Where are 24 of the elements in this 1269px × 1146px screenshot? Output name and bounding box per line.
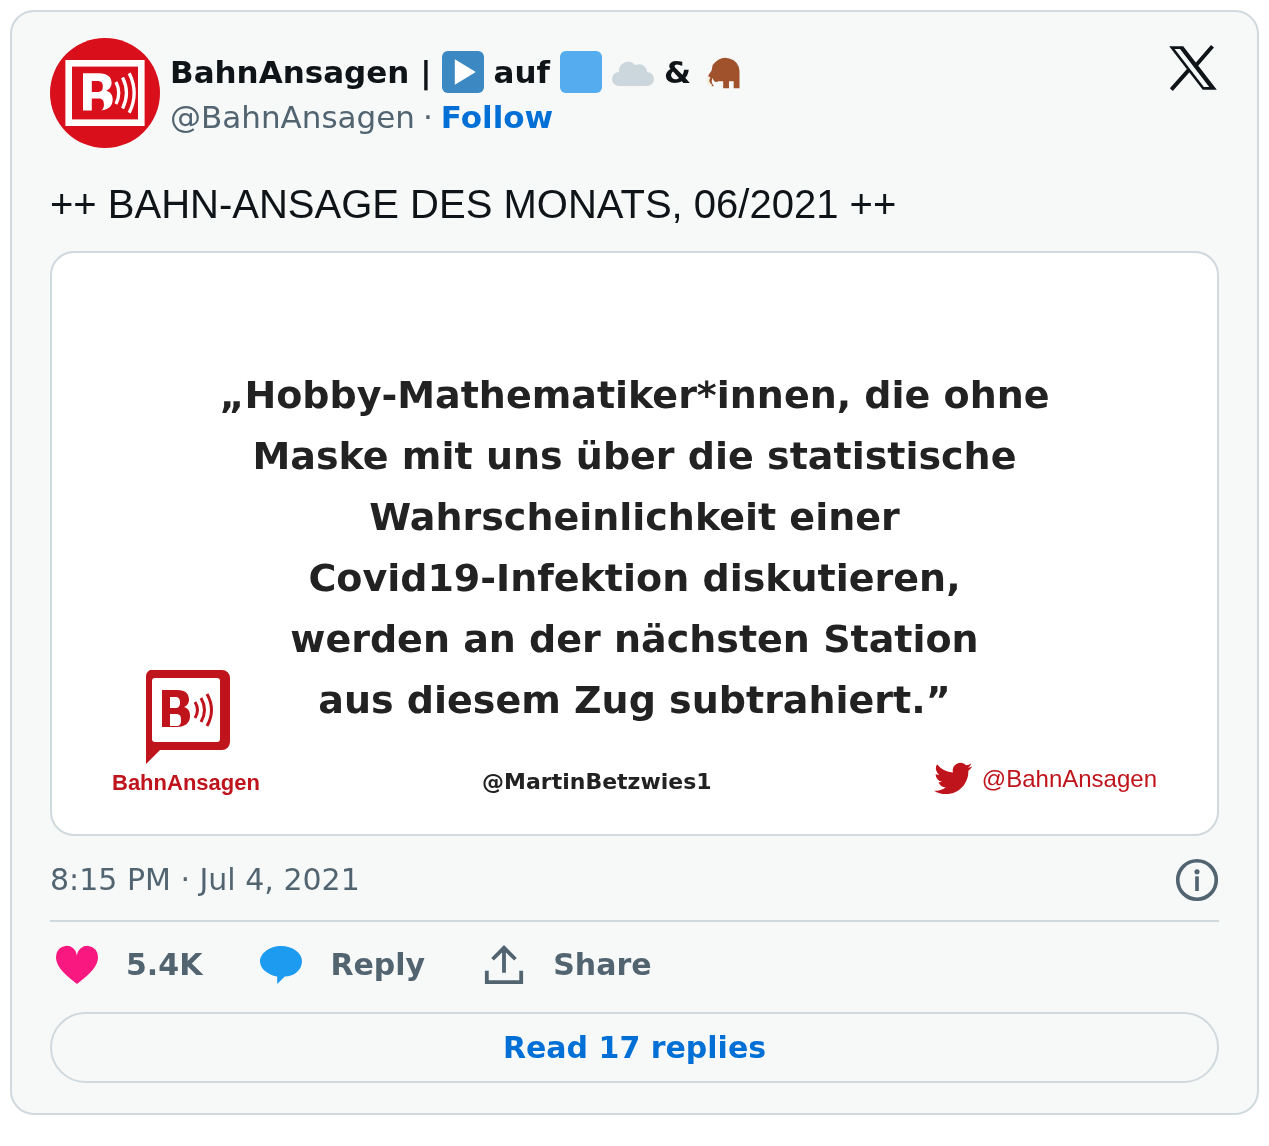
author-name: auf xyxy=(493,54,550,90)
read-replies-button[interactable]: Read 17 replies xyxy=(50,1011,1219,1083)
tweet-text: ++ BAHN-ANSAGE DES MONATS, 06/2021 ++ xyxy=(50,182,898,227)
x-logo-icon[interactable] xyxy=(1167,44,1219,92)
like-button[interactable]: 5.4K xyxy=(54,943,203,986)
share-button[interactable]: Share xyxy=(481,943,652,986)
media-card[interactable] xyxy=(50,251,1219,836)
logo-caption: BahnAnsagen xyxy=(112,769,260,796)
author-name: BahnAnsagen | xyxy=(170,54,432,90)
author-name: & xyxy=(664,54,692,90)
author-handle: @BahnAnsagen xyxy=(170,99,415,135)
reply-button[interactable]: Reply xyxy=(258,943,426,986)
credit-text: @MartinBetzwies1 xyxy=(482,768,712,794)
follow-link[interactable]: Follow xyxy=(440,99,554,135)
twitter-handle: @BahnAnsagen xyxy=(981,764,1157,793)
quote-text: „Hobby-Mathematiker*innen, die ohne Maske mit uns über die statistische Wahrscheinlichkeit einer Covid19-Infektion diskutieren, werden an der nächsten Station aus diesem Zug subtrahiert.” xyxy=(219,372,1050,724)
heart-icon xyxy=(54,943,100,986)
bird-icon xyxy=(933,761,974,796)
info-icon[interactable] xyxy=(1175,857,1219,902)
speech-bubble-icon xyxy=(258,943,305,986)
square-emoji-icon xyxy=(560,51,602,93)
separator: · xyxy=(422,99,433,135)
timestamp[interactable]: 8:15 PM · Jul 4, 2021 xyxy=(50,862,360,898)
play-emoji-icon xyxy=(441,51,484,93)
